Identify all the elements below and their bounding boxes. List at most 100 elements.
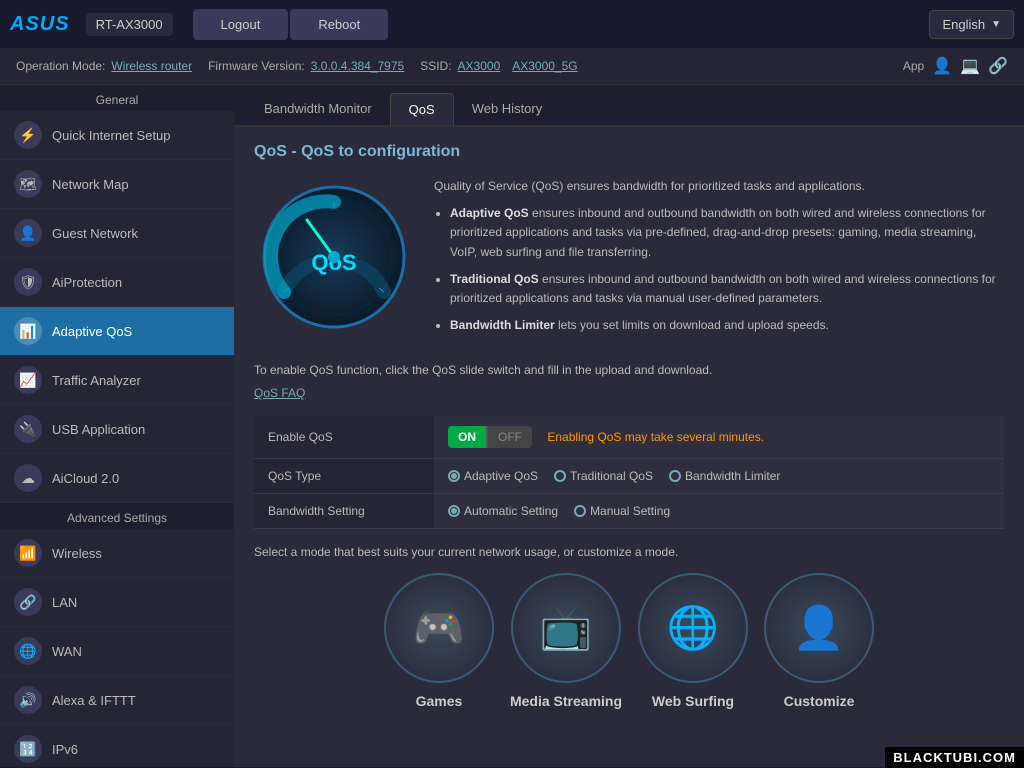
ssid-value[interactable]: AX3000: [458, 59, 501, 73]
main-layout: General ⚡ Quick Internet Setup 🗺 Network…: [0, 85, 1024, 767]
toggle-warning-msg: Enabling QoS may take several minutes.: [547, 430, 764, 444]
top-right: English ▼: [929, 10, 1014, 39]
model-label: RT-AX3000: [86, 13, 173, 36]
op-mode-label: Operation Mode:: [16, 59, 105, 73]
games-icon: 🎮: [384, 573, 494, 683]
speedometer-svg: QoS: [259, 182, 409, 332]
bandwidth-setting-group: Automatic Setting Manual Setting: [448, 504, 990, 518]
radio-traditional[interactable]: Traditional QoS: [554, 469, 653, 483]
sidebar: General ⚡ Quick Internet Setup 🗺 Network…: [0, 85, 234, 767]
sidebar-item-aiprotection[interactable]: 🛡 AiProtection: [0, 258, 234, 307]
web-surfing-label: Web Surfing: [652, 693, 734, 709]
enable-qos-row: Enable QoS ON OFF Enabling QoS may take …: [254, 416, 1004, 459]
radio-manual-setting[interactable]: Manual Setting: [574, 504, 670, 518]
tab-qos[interactable]: QoS: [390, 93, 454, 125]
toggle-off-label: OFF: [488, 426, 532, 448]
radio-manual-label: Manual Setting: [590, 504, 670, 518]
quick-setup-icon: ⚡: [14, 121, 42, 149]
qos-type-control: Adaptive QoS Traditional QoS Bandwidth L…: [434, 459, 1004, 494]
radio-adaptive-label: Adaptive QoS: [464, 469, 538, 483]
watermark: BLACKTUBI.COM: [885, 747, 1024, 768]
tab-web-history[interactable]: Web History: [454, 93, 561, 125]
sidebar-label-adaptive-qos: Adaptive QoS: [52, 324, 132, 339]
usb-application-icon: 🔌: [14, 415, 42, 443]
adaptive-qos-icon: 📊: [14, 317, 42, 345]
tabs-bar: Bandwidth Monitor QoS Web History: [234, 85, 1024, 127]
qos-faq-link[interactable]: QoS FAQ: [254, 386, 305, 400]
mode-card-customize[interactable]: 👤 Customize: [764, 573, 874, 709]
bullet-bandwidth-limiter: Bandwidth Limiter lets you set limits on…: [450, 316, 1004, 335]
sidebar-label-lan: LAN: [52, 595, 77, 610]
sidebar-item-aicloud[interactable]: ☁ AiCloud 2.0: [0, 454, 234, 503]
network-map-icon: 🗺: [14, 170, 42, 198]
advanced-section-label: Advanced Settings: [0, 503, 234, 529]
status-icons: App 👤 💻 🔗: [903, 56, 1008, 76]
firmware-value[interactable]: 3.0.0.4.384_7975: [311, 59, 404, 73]
op-mode-value[interactable]: Wireless router: [111, 59, 192, 73]
mode-cards: 🎮 Games 📺 Media Streaming 🌐 Web Surfing …: [254, 573, 1004, 709]
sidebar-item-guest-network[interactable]: 👤 Guest Network: [0, 209, 234, 258]
wan-icon: 🌐: [14, 637, 42, 665]
guest-network-icon: 👤: [14, 219, 42, 247]
sidebar-item-network-map[interactable]: 🗺 Network Map: [0, 160, 234, 209]
lan-icon: 🔗: [14, 588, 42, 616]
sidebar-item-wan[interactable]: 🌐 WAN: [0, 627, 234, 676]
sidebar-item-wireless[interactable]: 📶 Wireless: [0, 529, 234, 578]
info-text: Quality of Service (QoS) ensures bandwid…: [434, 177, 1004, 343]
radio-bandwidth-dot: [669, 470, 681, 482]
radio-adaptive[interactable]: Adaptive QoS: [448, 469, 538, 483]
mode-card-media-streaming[interactable]: 📺 Media Streaming: [510, 573, 622, 709]
sidebar-item-adaptive-qos[interactable]: 📊 Adaptive QoS: [0, 307, 234, 356]
general-section-label: General: [0, 85, 234, 111]
aiprotection-icon: 🛡: [14, 268, 42, 296]
mode-card-web-surfing[interactable]: 🌐 Web Surfing: [638, 573, 748, 709]
sidebar-item-quick-setup[interactable]: ⚡ Quick Internet Setup: [0, 111, 234, 160]
user-icon[interactable]: 👤: [932, 56, 952, 76]
enable-qos-toggle[interactable]: ON OFF: [448, 426, 532, 448]
radio-adaptive-dot: [448, 470, 460, 482]
info-section: QoS Quality of Service (QoS) ensures ban…: [254, 177, 1004, 343]
radio-auto-setting[interactable]: Automatic Setting: [448, 504, 558, 518]
router-icon[interactable]: 💻: [960, 56, 980, 76]
sidebar-item-lan[interactable]: 🔗 LAN: [0, 578, 234, 627]
tab-bandwidth-monitor[interactable]: Bandwidth Monitor: [246, 93, 390, 125]
asus-logo: ASUS: [10, 13, 70, 36]
sidebar-label-ipv6: IPv6: [52, 742, 78, 757]
ssid-label: SSID:: [420, 59, 451, 73]
chevron-down-icon: ▼: [991, 19, 1001, 30]
logout-button[interactable]: Logout: [193, 9, 289, 40]
sidebar-item-ipv6[interactable]: 🔢 IPv6: [0, 725, 234, 767]
traffic-analyzer-icon: 📈: [14, 366, 42, 394]
alexa-icon: 🔊: [14, 686, 42, 714]
customize-icon: 👤: [764, 573, 874, 683]
web-surfing-icon: 🌐: [638, 573, 748, 683]
radio-traditional-dot: [554, 470, 566, 482]
reboot-button[interactable]: Reboot: [290, 9, 388, 40]
language-selector[interactable]: English ▼: [929, 10, 1014, 39]
radio-auto-dot: [448, 505, 460, 517]
radio-traditional-label: Traditional QoS: [570, 469, 653, 483]
settings-table: Enable QoS ON OFF Enabling QoS may take …: [254, 416, 1004, 529]
enable-note: To enable QoS function, click the QoS sl…: [254, 363, 1004, 377]
media-streaming-icon: 📺: [511, 573, 621, 683]
sidebar-label-usb-application: USB Application: [52, 422, 145, 437]
qos-type-row: QoS Type Adaptive QoS Traditional QoS: [254, 459, 1004, 494]
app-label: App: [903, 59, 924, 73]
bandwidth-setting-label: Bandwidth Setting: [254, 494, 434, 529]
share-icon[interactable]: 🔗: [988, 56, 1008, 76]
description-intro: Quality of Service (QoS) ensures bandwid…: [434, 177, 1004, 196]
top-bar: ASUS RT-AX3000 Logout Reboot English ▼: [0, 0, 1024, 48]
sidebar-item-alexa[interactable]: 🔊 Alexa & IFTTT: [0, 676, 234, 725]
sidebar-label-aicloud: AiCloud 2.0: [52, 471, 119, 486]
mode-card-games[interactable]: 🎮 Games: [384, 573, 494, 709]
radio-manual-dot: [574, 505, 586, 517]
media-streaming-label: Media Streaming: [510, 693, 622, 709]
radio-bandwidth-limiter[interactable]: Bandwidth Limiter: [669, 469, 780, 483]
logo: ASUS RT-AX3000: [10, 13, 173, 36]
sidebar-item-usb-application[interactable]: 🔌 USB Application: [0, 405, 234, 454]
radio-bandwidth-label: Bandwidth Limiter: [685, 469, 780, 483]
ssid-5g-value[interactable]: AX3000_5G: [512, 59, 577, 73]
sidebar-item-traffic-analyzer[interactable]: 📈 Traffic Analyzer: [0, 356, 234, 405]
customize-label: Customize: [784, 693, 855, 709]
toggle-on-label: ON: [448, 426, 486, 448]
